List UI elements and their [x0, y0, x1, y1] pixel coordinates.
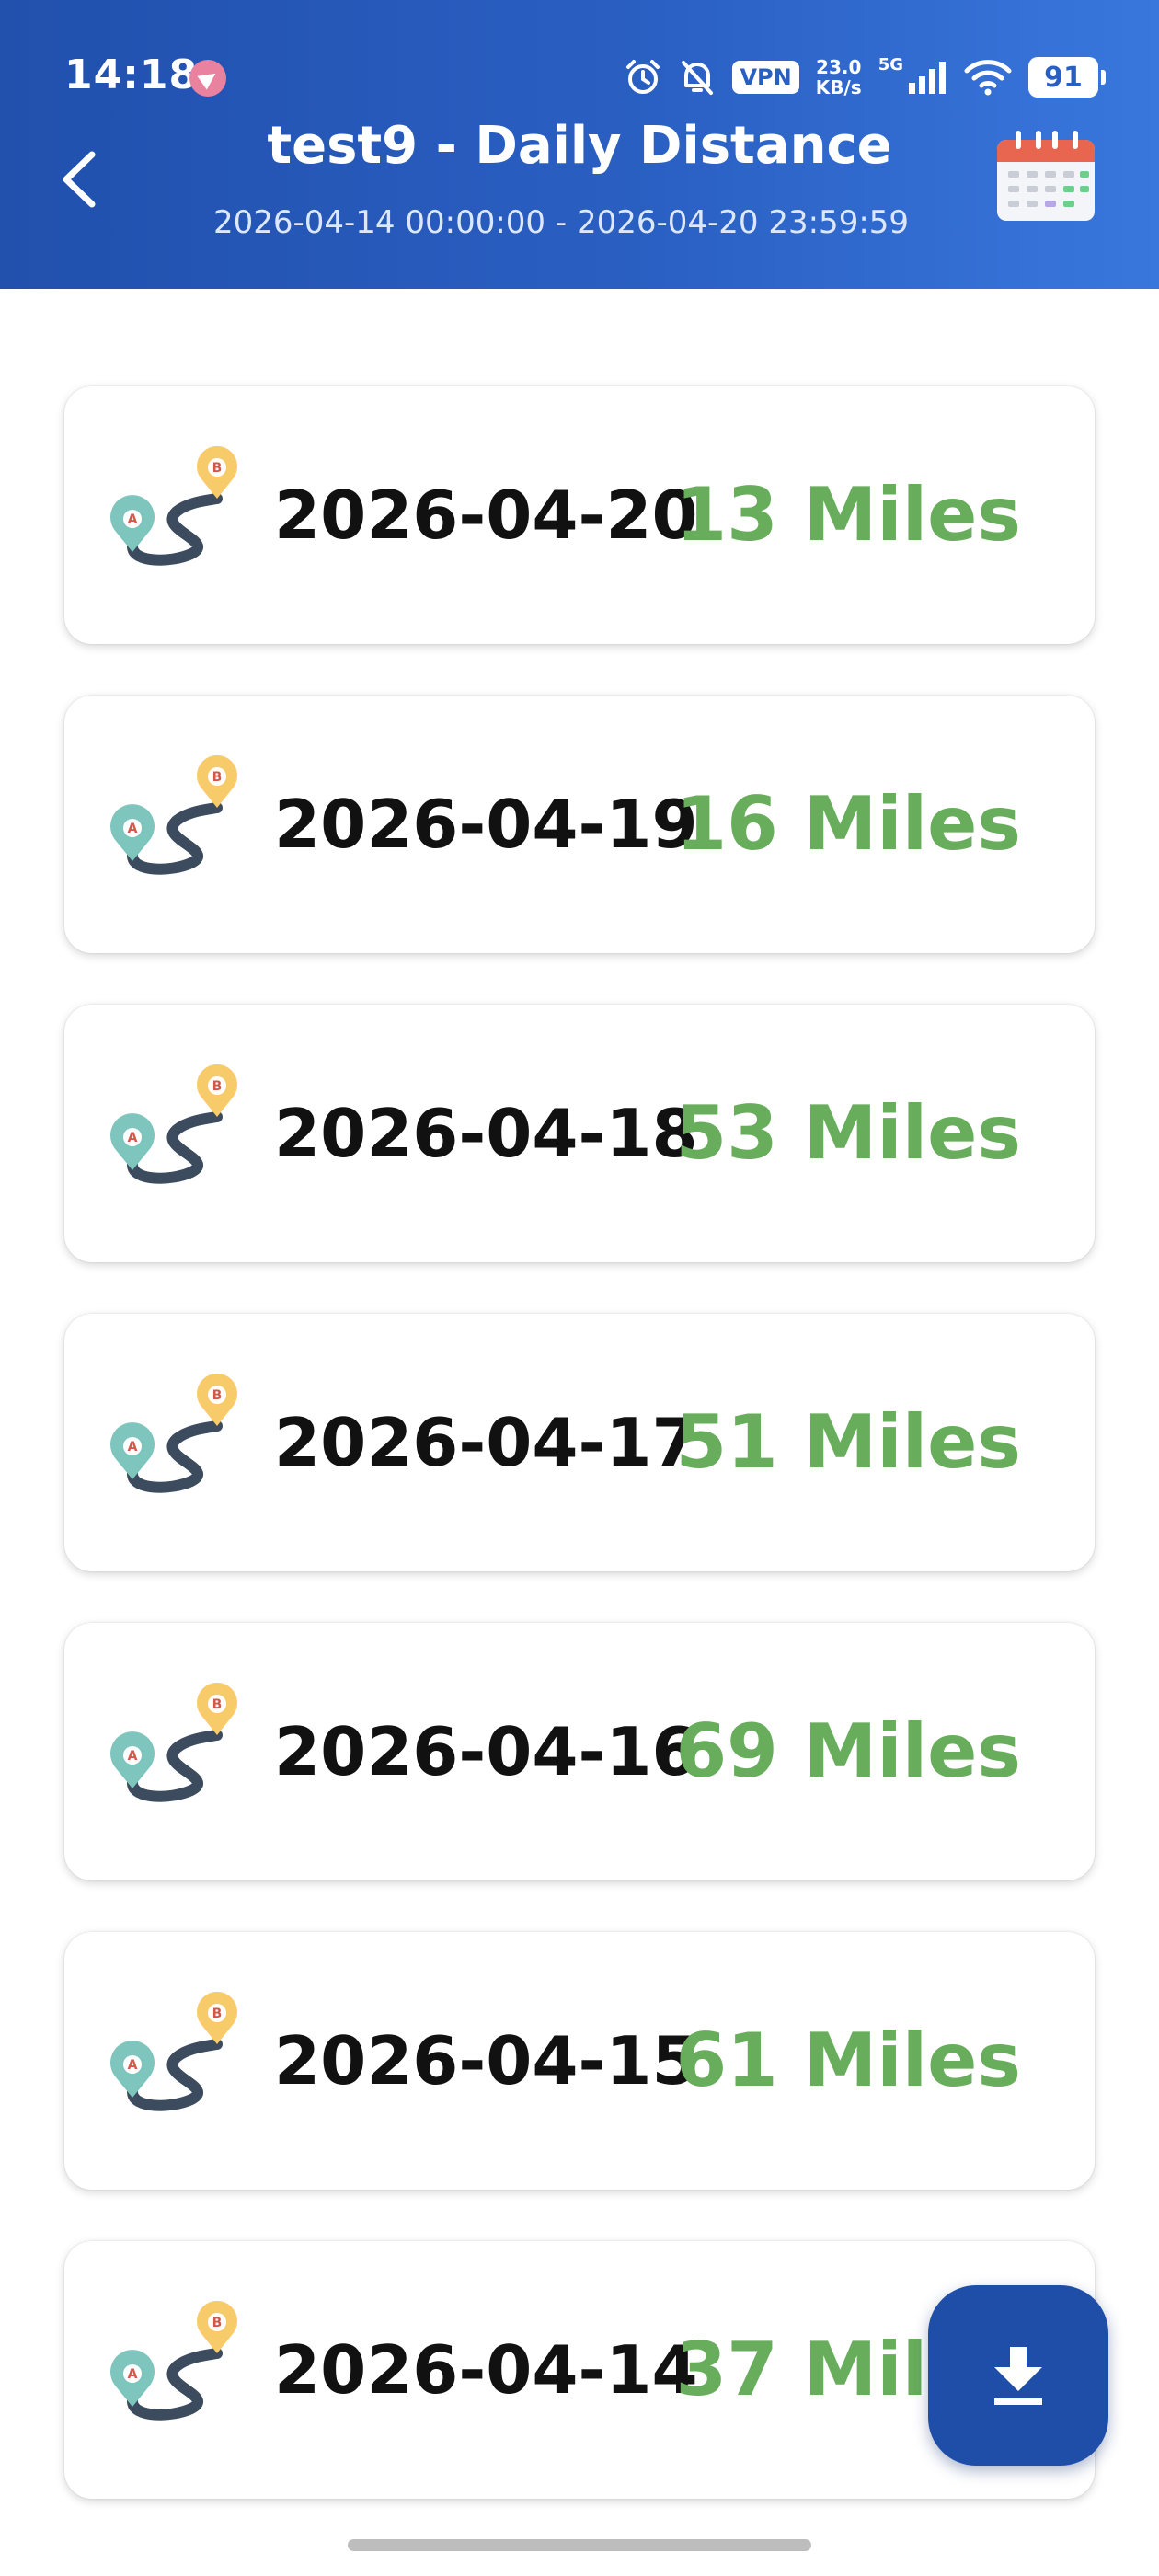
- list-item[interactable]: A B 2026-04-17 51 Miles: [64, 1314, 1095, 1571]
- status-icons: VPN 23.0 KB/s 5G 91: [624, 53, 1106, 101]
- item-distance: 53 Miles: [675, 1090, 1021, 1176]
- item-date: 2026-04-19: [274, 786, 698, 863]
- speed-value: 23.0: [816, 56, 862, 78]
- mute-icon: [679, 58, 716, 97]
- route-icon: A B: [110, 2300, 237, 2421]
- route-icon: A B: [110, 754, 237, 875]
- alarm-icon: [624, 58, 662, 97]
- item-date: 2026-04-20: [274, 477, 698, 554]
- app-header: 14:18 VPN 23.0 KB/s 5G 91 test9 - Daily …: [0, 0, 1159, 289]
- item-distance: 69 Miles: [675, 1708, 1021, 1794]
- wifi-icon: [964, 59, 1012, 96]
- list-item[interactable]: A B 2026-04-16 69 Miles: [64, 1623, 1095, 1880]
- signal-icon: [907, 59, 947, 96]
- route-icon: A B: [110, 1682, 237, 1802]
- page-title: test9 - Daily Distance: [267, 116, 892, 176]
- item-date: 2026-04-14: [274, 2331, 698, 2409]
- calendar-icon: [997, 131, 1095, 221]
- item-date: 2026-04-17: [274, 1404, 698, 1481]
- calendar-button[interactable]: [995, 131, 1096, 223]
- list-item[interactable]: A B 2026-04-20 13 Miles: [64, 386, 1095, 644]
- list-item[interactable]: A B 2026-04-15 61 Miles: [64, 1932, 1095, 2190]
- item-date: 2026-04-18: [274, 1095, 698, 1172]
- pin-a-label: A: [128, 822, 138, 836]
- item-distance: 16 Miles: [675, 781, 1021, 867]
- pin-a-label: A: [128, 1440, 138, 1455]
- item-distance: 51 Miles: [675, 1399, 1021, 1485]
- route-icon: A B: [110, 445, 237, 566]
- pin-b-label: B: [212, 770, 223, 785]
- pin-b-label: B: [212, 1079, 223, 1094]
- route-icon: A B: [110, 1064, 237, 1184]
- speed-unit: KB/s: [815, 76, 862, 98]
- item-distance: 13 Miles: [675, 472, 1021, 558]
- pin-b-label: B: [212, 1388, 223, 1403]
- battery-icon: 91: [1028, 57, 1106, 98]
- item-date: 2026-04-15: [274, 2022, 698, 2099]
- pin-a-label: A: [128, 1749, 138, 1764]
- pin-b-label: B: [212, 461, 223, 476]
- item-date: 2026-04-16: [274, 1713, 698, 1790]
- download-button[interactable]: [928, 2285, 1108, 2466]
- pin-b-label: B: [212, 1697, 223, 1712]
- status-time: 14:18: [64, 52, 199, 98]
- download-icon: [994, 2347, 1042, 2405]
- pin-b-label: B: [212, 2316, 223, 2330]
- home-indicator[interactable]: [348, 2539, 811, 2551]
- list-item[interactable]: A B 2026-04-19 16 Miles: [64, 696, 1095, 953]
- route-icon: A B: [110, 1991, 237, 2111]
- pin-a-label: A: [128, 1131, 138, 1145]
- network-type: 5G: [878, 54, 903, 75]
- pin-b-label: B: [212, 2007, 223, 2021]
- route-icon: A B: [110, 1373, 237, 1493]
- pin-a-label: A: [128, 512, 138, 527]
- date-range: 2026-04-14 00:00:00 - 2026-04-20 23:59:5…: [212, 204, 910, 241]
- pin-a-label: A: [128, 2058, 138, 2073]
- pin-a-label: A: [128, 2367, 138, 2382]
- network-speed: 23.0 KB/s: [816, 57, 862, 98]
- vpn-icon: VPN: [732, 61, 799, 94]
- list-item[interactable]: A B 2026-04-18 53 Miles: [64, 1005, 1095, 1262]
- item-distance: 61 Miles: [675, 2018, 1021, 2103]
- app-notification-icon: [189, 60, 226, 97]
